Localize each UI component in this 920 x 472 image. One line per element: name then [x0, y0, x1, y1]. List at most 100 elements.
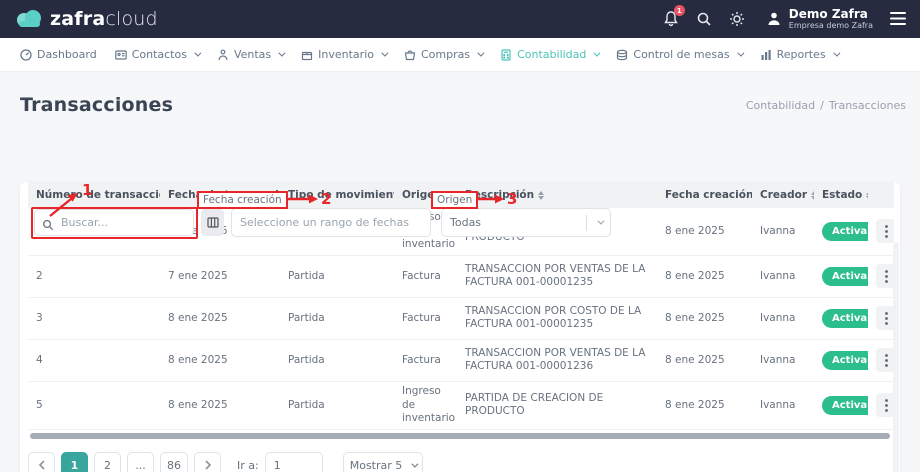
row-actions-button[interactable] — [876, 393, 894, 417]
nav-item-compras[interactable]: Compras — [404, 48, 482, 61]
cell-numero: 3 — [28, 297, 160, 339]
sort-icon — [866, 191, 868, 200]
user-name: Demo Zafra — [789, 8, 873, 22]
cell-actions — [868, 208, 894, 255]
logo-text: zafracloud — [50, 8, 158, 30]
cell-fecha_creacion: 8 ene 2025 — [657, 339, 752, 381]
nav-item-dashboard[interactable]: Dashboard — [20, 48, 97, 61]
columns-icon — [207, 217, 219, 228]
chevron-right-icon — [204, 460, 212, 470]
goto-page-label: Ir a: — [237, 459, 259, 472]
cell-creador: Ivanna — [752, 339, 814, 381]
origin-select-value: Todas — [450, 216, 586, 229]
row-actions-button[interactable] — [876, 348, 894, 372]
row-actions-button[interactable] — [876, 219, 894, 243]
nav-item-contactos[interactable]: Contactos — [115, 48, 199, 61]
col-header-actions — [868, 182, 894, 208]
app-logo[interactable]: zafracloud — [14, 8, 158, 30]
goto-page-input[interactable] — [265, 452, 323, 472]
breadcrumb: Contabilidad / Transacciones — [746, 99, 906, 112]
inventory-icon — [301, 49, 313, 61]
cell-actions — [868, 339, 894, 381]
search-icon[interactable] — [696, 11, 712, 27]
chevron-down-icon — [412, 460, 419, 467]
nav-item-contabilidad[interactable]: Contabilidad — [500, 48, 598, 61]
theme-toggle-icon[interactable] — [729, 11, 745, 27]
kebab-icon — [885, 399, 888, 412]
kebab-icon — [885, 312, 888, 325]
origin-filter-label: Origen — [431, 191, 478, 209]
user-company: Empresa demo Zafra — [789, 21, 873, 30]
col-header-descripcion[interactable]: Descripción — [457, 182, 657, 208]
table-row: 38 ene 2025PartidaFacturaTRANSACCION POR… — [28, 297, 894, 339]
origin-select[interactable]: Todas — [441, 208, 611, 237]
kebab-icon — [885, 354, 888, 367]
row-actions-button[interactable] — [876, 306, 894, 330]
status-badge: Activa — [822, 267, 868, 286]
page-size-button[interactable]: Mostrar 5 — [343, 452, 424, 472]
notifications-bell-icon[interactable]: 1 — [663, 10, 679, 27]
col-header-fecha-creacion[interactable]: Fecha creación — [657, 182, 752, 208]
kebab-icon — [885, 225, 888, 238]
cell-actions — [868, 255, 894, 297]
col-header-creador[interactable]: Creador — [752, 182, 814, 208]
cell-fecha_transaccion: 8 ene 2025 — [160, 381, 280, 429]
page-button-2[interactable]: 2 — [94, 452, 121, 472]
cell-estado: Activa — [814, 381, 868, 429]
cell-origen: Factura — [394, 297, 457, 339]
prev-page-button[interactable] — [28, 452, 55, 472]
annotation-number-2: 2 — [321, 190, 331, 208]
status-badge: Activa — [822, 396, 868, 415]
col-header-estado[interactable]: Estado — [814, 182, 868, 208]
col-header-tipo[interactable]: Tipo de movimiento — [280, 182, 394, 208]
user-avatar-icon — [766, 11, 782, 27]
cell-numero: 2 — [28, 255, 160, 297]
status-badge: Activa — [822, 222, 868, 241]
pagination: 1 2 ... 86 Ir a: Mostrar 5 — [28, 452, 892, 472]
user-menu[interactable]: Demo Zafra Empresa demo Zafra — [766, 8, 873, 31]
breadcrumb-parent[interactable]: Contabilidad — [746, 99, 815, 112]
cell-descripcion: PARTIDA DE CREACION DE PRODUCTO — [457, 381, 657, 429]
nav-item-reportes[interactable]: Reportes — [760, 48, 838, 61]
nav-item-ventas[interactable]: Ventas — [217, 48, 283, 61]
search-field — [34, 209, 194, 236]
date-range-input[interactable] — [231, 208, 431, 237]
page-ellipsis-button[interactable]: ... — [127, 452, 154, 472]
search-input[interactable] — [34, 209, 194, 236]
page-title: Transacciones — [20, 94, 173, 116]
column-settings-button[interactable] — [201, 209, 224, 236]
page-button-1[interactable]: 1 — [61, 452, 88, 472]
status-badge: Activa — [822, 351, 868, 370]
page-button-86[interactable]: 86 — [160, 452, 188, 472]
chevron-down-icon — [194, 50, 201, 57]
annotation-number-3: 3 — [507, 190, 517, 208]
nav-item-inventario[interactable]: Inventario — [301, 48, 386, 61]
vertical-scrollbar[interactable] — [893, 242, 899, 472]
cell-origen: Factura — [394, 255, 457, 297]
horizontal-scrollbar[interactable] — [30, 433, 890, 439]
nav-item-control-de-mesas[interactable]: Control de mesas — [616, 48, 741, 61]
row-actions-button[interactable] — [876, 264, 894, 288]
cell-origen: Ingreso de inventario — [394, 381, 457, 429]
chevron-down-icon — [597, 218, 604, 225]
sales-icon — [217, 49, 229, 61]
next-page-button[interactable] — [194, 452, 221, 472]
accounting-icon — [500, 49, 512, 61]
cloud-logo-icon — [14, 9, 44, 29]
chevron-down-icon — [594, 50, 601, 57]
cell-fecha_creacion: 8 ene 2025 — [657, 297, 752, 339]
breadcrumb-separator: / — [820, 99, 824, 112]
sort-icon — [538, 191, 544, 200]
cell-numero: 5 — [28, 381, 160, 429]
cell-fecha_creacion: 8 ene 2025 — [657, 255, 752, 297]
chevron-down-icon — [833, 50, 840, 57]
date-filter-label: Fecha creación — [197, 191, 288, 209]
cell-tipo: Partida — [280, 381, 394, 429]
hamburger-menu-icon[interactable] — [890, 12, 906, 25]
cell-tipo: Partida — [280, 255, 394, 297]
cell-origen: Factura — [394, 339, 457, 381]
col-header-numero[interactable]: Número de transacción — [28, 182, 160, 208]
cell-fecha_transaccion: 8 ene 2025 — [160, 297, 280, 339]
top-header: zafracloud 1 — [0, 0, 920, 38]
cell-descripcion: TRANSACCION POR VENTAS DE LA FACTURA 001… — [457, 339, 657, 381]
